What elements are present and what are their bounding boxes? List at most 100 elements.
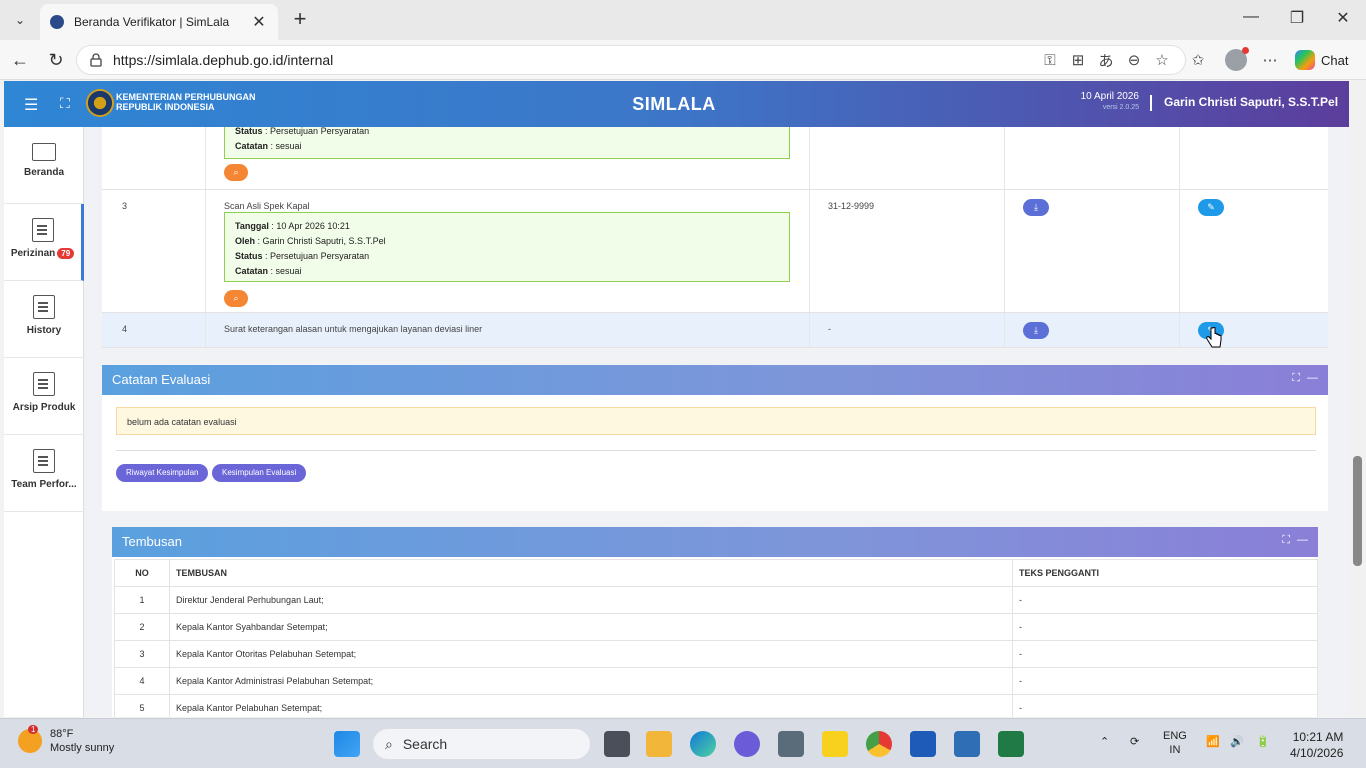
- hamburger-menu-icon[interactable]: ☰: [24, 95, 38, 115]
- key-icon[interactable]: ⚿: [1040, 50, 1060, 70]
- row-number: 2: [114, 613, 170, 641]
- restore-icon[interactable]: ❐: [1282, 8, 1312, 28]
- clock-date: 4/10/2026: [1290, 746, 1344, 760]
- copilot-icon: [1295, 50, 1315, 70]
- tembusan-name: Direktur Jenderal Perhubungan Laut;: [169, 586, 1013, 614]
- taskbar-search[interactable]: ⌕ Search: [373, 729, 590, 759]
- row-number: 3: [114, 640, 170, 668]
- windows-start-icon[interactable]: [334, 731, 360, 757]
- row-number: 1: [114, 586, 170, 614]
- task-view-icon[interactable]: [604, 731, 630, 757]
- refresh-icon[interactable]: ↻: [44, 48, 68, 72]
- clock[interactable]: 10:21 AM 4/10/2026: [1290, 729, 1343, 761]
- cell-no: 4: [102, 313, 206, 347]
- expiry-date: -: [828, 324, 831, 334]
- back-icon[interactable]: ←: [8, 48, 32, 72]
- more-icon[interactable]: ⋯: [1260, 50, 1280, 70]
- kesimpulan-evaluasi-button[interactable]: Kesimpulan Evaluasi: [212, 464, 307, 482]
- lang-line-2: IN: [1169, 744, 1181, 756]
- translate-icon[interactable]: あ: [1096, 50, 1116, 70]
- browser-tab[interactable]: Beranda Verifikator | SimLala ✕: [40, 4, 278, 40]
- row-number: 4: [114, 667, 170, 695]
- riwayat-kesimpulan-button[interactable]: Riwayat Kesimpulan: [116, 464, 209, 482]
- apps-icon[interactable]: ⊞: [1068, 50, 1088, 70]
- tray-chevron-icon[interactable]: ⌃: [1100, 735, 1109, 748]
- url-bar[interactable]: https://simlala.dephub.go.id/internal: [76, 45, 1186, 75]
- tembusan-title: Tembusan: [122, 534, 182, 549]
- app-version: versi 2.0.25: [1102, 104, 1139, 111]
- status-label: Status: [235, 126, 263, 136]
- favorites-icon[interactable]: ✩: [1188, 50, 1208, 70]
- perizinan-count-badge: 79: [57, 248, 75, 259]
- search-placeholder: Search: [402, 736, 448, 752]
- search-icon: ⌕: [385, 735, 393, 752]
- favorite-star-icon[interactable]: ☆: [1152, 50, 1172, 70]
- sidebar-item-perizinan[interactable]: Perizinan 79: [4, 204, 84, 281]
- expand-icon[interactable]: ⛶: [1292, 372, 1300, 385]
- page-scrollbar[interactable]: [1349, 81, 1366, 717]
- edge-icon[interactable]: [690, 731, 716, 757]
- expand-icon[interactable]: ⛶: [1282, 534, 1290, 547]
- window-close-icon[interactable]: ✕: [1328, 8, 1358, 28]
- excel-icon[interactable]: [998, 731, 1024, 757]
- sidebar-item-label: Team Perfor...: [11, 479, 77, 490]
- row-number: 5: [114, 694, 170, 717]
- chrome-icon[interactable]: [866, 731, 892, 757]
- sidebar-item-history[interactable]: History: [4, 281, 84, 358]
- new-tab-icon[interactable]: +: [288, 8, 312, 32]
- tanggal-label: Tanggal: [235, 221, 269, 231]
- tembusan-table: NO TEMBUSAN TEKS PENGGANTI 1 Direktur Je…: [114, 559, 1318, 717]
- weather-widget[interactable]: 1 88°F Mostly sunny: [18, 725, 114, 755]
- sticky-notes-icon[interactable]: [822, 731, 848, 757]
- site-info-icon[interactable]: [89, 53, 103, 67]
- edit-button[interactable]: ✎: [1198, 199, 1224, 216]
- org-name: KEMENTERIAN PERHUBUNGAN REPUBLIK INDONES…: [116, 92, 256, 112]
- view-note-button[interactable]: ⌕: [224, 290, 248, 307]
- ministry-logo: [86, 89, 114, 117]
- sidebar-item-beranda[interactable]: Beranda: [4, 127, 84, 204]
- cell-no: 3: [102, 190, 206, 312]
- cell-expiry: [810, 127, 1005, 189]
- expiry-date: 31-12-9999: [828, 201, 875, 211]
- profile-avatar-icon[interactable]: [1225, 47, 1249, 71]
- battery-icon[interactable]: 🔋: [1256, 735, 1270, 748]
- camera-icon[interactable]: [778, 731, 804, 757]
- document-name: Surat keterangan alasan untuk mengajukan…: [224, 324, 483, 334]
- close-tab-icon[interactable]: ✕: [250, 12, 268, 32]
- zoom-icon[interactable]: ⊖: [1124, 50, 1144, 70]
- sync-icon[interactable]: ⟳: [1130, 735, 1139, 748]
- download-button[interactable]: ⤓: [1023, 322, 1049, 339]
- wifi-icon[interactable]: 📶: [1206, 735, 1220, 748]
- collapse-icon[interactable]: —: [1297, 534, 1308, 546]
- sidebar-item-arsip-produk[interactable]: Arsip Produk: [4, 358, 84, 435]
- download-button[interactable]: ⤓: [1023, 199, 1049, 216]
- view-note-button[interactable]: ⌕: [224, 164, 248, 181]
- user-name[interactable]: Garin Christi Saputri, S.S.T.Pel: [1164, 95, 1338, 109]
- collapse-icon[interactable]: —: [1307, 372, 1318, 384]
- app-header: ☰ ⛶ KEMENTERIAN PERHUBUNGAN REPUBLIK IND…: [4, 81, 1349, 127]
- temperature: 88°F: [50, 728, 74, 740]
- catatan-value: sesuai: [275, 141, 302, 151]
- calculator-icon[interactable]: [954, 731, 980, 757]
- evaluasi-panel-header: Catatan Evaluasi ⛶ —: [102, 365, 1328, 395]
- url-text: https://simlala.dephub.go.id/internal: [113, 52, 334, 68]
- table-row: Status : Persetujuan Persyaratan Catatan…: [102, 119, 1328, 190]
- scrollbar-thumb[interactable]: [1353, 456, 1362, 566]
- teks-pengganti: -: [1012, 667, 1318, 695]
- app-title: SIMLALA: [632, 94, 716, 114]
- status-value: Persetujuan Persyaratan: [270, 251, 370, 261]
- site-favicon-icon: [50, 15, 64, 29]
- tab-list-chevron-icon[interactable]: ⌄: [8, 8, 32, 32]
- cell-expiry: 31-12-9999: [810, 190, 1005, 312]
- volume-icon[interactable]: 🔊: [1230, 735, 1244, 748]
- tanggal-value: 10 Apr 2026 10:21: [276, 221, 350, 231]
- word-icon[interactable]: [910, 731, 936, 757]
- language-indicator[interactable]: ENG IN: [1163, 729, 1187, 757]
- fullscreen-icon[interactable]: ⛶: [60, 95, 70, 112]
- row-number: 3: [122, 201, 128, 211]
- minimize-icon[interactable]: —: [1236, 8, 1266, 26]
- copilot-chat-button[interactable]: Chat: [1295, 48, 1348, 72]
- sidebar-item-team-performance[interactable]: Team Perfor...: [4, 435, 84, 512]
- copilot-app-icon[interactable]: [734, 731, 760, 757]
- file-explorer-icon[interactable]: [646, 731, 672, 757]
